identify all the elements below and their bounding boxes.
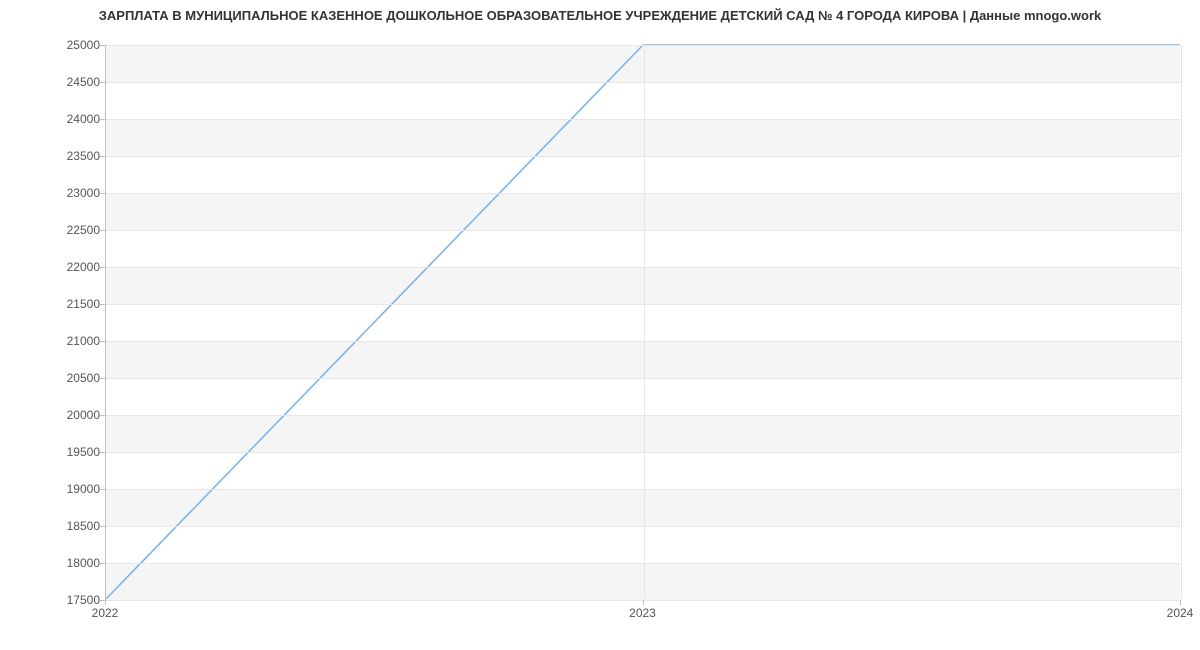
y-tick-mark (100, 526, 105, 527)
y-tick-mark (100, 156, 105, 157)
y-tick-mark (100, 415, 105, 416)
y-tick-mark (100, 563, 105, 564)
y-tick-label: 21000 (40, 334, 100, 348)
x-tick-mark (1180, 600, 1181, 605)
y-tick-label: 19500 (40, 445, 100, 459)
y-tick-mark (100, 452, 105, 453)
y-tick-mark (100, 193, 105, 194)
y-tick-label: 20500 (40, 371, 100, 385)
y-tick-label: 19000 (40, 482, 100, 496)
x-tick-mark (643, 600, 644, 605)
y-tick-mark (100, 267, 105, 268)
y-tick-label: 18500 (40, 519, 100, 533)
y-tick-mark (100, 378, 105, 379)
y-tick-mark (100, 341, 105, 342)
y-tick-mark (100, 82, 105, 83)
y-tick-label: 22500 (40, 223, 100, 237)
y-tick-label: 23500 (40, 149, 100, 163)
x-gridline (1181, 45, 1182, 599)
y-tick-label: 23000 (40, 186, 100, 200)
y-tick-label: 22000 (40, 260, 100, 274)
y-tick-mark (100, 489, 105, 490)
y-tick-label: 24500 (40, 75, 100, 89)
x-tick-label: 2024 (1167, 606, 1194, 620)
x-tick-label: 2023 (629, 606, 656, 620)
y-tick-label: 25000 (40, 38, 100, 52)
chart-title: ЗАРПЛАТА В МУНИЦИПАЛЬНОЕ КАЗЕННОЕ ДОШКОЛ… (0, 8, 1200, 23)
y-tick-mark (100, 230, 105, 231)
y-tick-mark (100, 45, 105, 46)
y-tick-mark (100, 119, 105, 120)
y-tick-label: 24000 (40, 112, 100, 126)
x-gridline (644, 45, 645, 599)
y-tick-label: 17500 (40, 593, 100, 607)
plot-area (105, 45, 1180, 600)
chart-container: ЗАРПЛАТА В МУНИЦИПАЛЬНОЕ КАЗЕННОЕ ДОШКОЛ… (0, 0, 1200, 650)
y-tick-label: 21500 (40, 297, 100, 311)
y-tick-label: 18000 (40, 556, 100, 570)
x-tick-mark (105, 600, 106, 605)
x-tick-label: 2022 (92, 606, 119, 620)
y-tick-label: 20000 (40, 408, 100, 422)
y-tick-mark (100, 304, 105, 305)
